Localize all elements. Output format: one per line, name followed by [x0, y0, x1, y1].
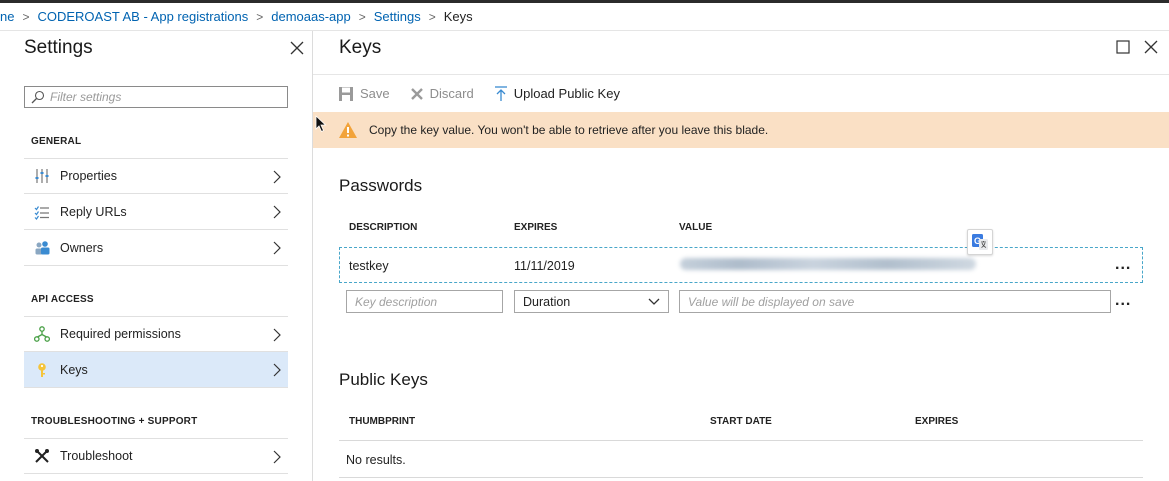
- warning-icon: [339, 122, 357, 138]
- properties-icon: [34, 168, 50, 184]
- breadcrumb-separator: >: [256, 9, 264, 24]
- maximize-icon[interactable]: [1115, 39, 1131, 55]
- discard-label: Discard: [429, 86, 474, 101]
- upload-icon: [494, 85, 507, 101]
- required-permissions-icon: [34, 326, 50, 342]
- key-value-redacted: [680, 258, 976, 270]
- passwords-title: Passwords: [339, 176, 423, 195]
- key-description-input[interactable]: [355, 294, 502, 309]
- column-header-expires: EXPIRES: [514, 222, 558, 233]
- key-value-field[interactable]: [679, 290, 1111, 313]
- key-expires: 11/11/2019: [514, 259, 575, 273]
- section-api-access: API ACCESS: [31, 294, 94, 305]
- sidebar-item-label: Troubleshoot: [60, 449, 133, 463]
- chevron-right-icon: [273, 450, 281, 464]
- chevron-down-icon: [648, 298, 660, 305]
- sidebar-item-troubleshoot[interactable]: Troubleshoot: [24, 438, 288, 474]
- chevron-right-icon: [273, 170, 281, 184]
- save-button[interactable]: Save: [338, 86, 390, 102]
- sidebar-item-required-permissions[interactable]: Required permissions: [24, 316, 288, 352]
- save-label: Save: [360, 86, 390, 101]
- chevron-right-icon: [273, 328, 281, 342]
- column-header-expires: EXPIRES: [915, 416, 959, 427]
- chevron-right-icon: [273, 363, 281, 377]
- column-header-value: VALUE: [679, 222, 713, 233]
- breadcrumb-separator: >: [358, 9, 366, 24]
- upload-public-key-button[interactable]: Upload Public Key: [494, 85, 620, 102]
- discard-icon: [410, 87, 423, 100]
- search-icon: [31, 90, 45, 104]
- owners-icon: [34, 240, 50, 256]
- sidebar-item-reply-urls[interactable]: Reply URLs: [24, 194, 288, 230]
- breadcrumb-home[interactable]: ne: [0, 9, 14, 24]
- close-icon[interactable]: [288, 39, 306, 57]
- table-divider: [339, 477, 1143, 478]
- sidebar-item-label: Owners: [60, 240, 104, 255]
- keys-title: Keys: [339, 37, 382, 58]
- warning-banner: Copy the key value. You won't be able to…: [313, 112, 1169, 148]
- discard-button[interactable]: Discard: [410, 86, 474, 101]
- chevron-right-icon: [273, 241, 281, 255]
- breadcrumb: ne > CODEROAST AB - App registrations > …: [0, 3, 1169, 31]
- duration-select[interactable]: Duration: [514, 290, 669, 313]
- column-header-description: DESCRIPTION: [349, 222, 418, 233]
- breadcrumb-separator: >: [428, 9, 436, 24]
- close-icon[interactable]: [1143, 39, 1159, 55]
- breadcrumb-current: Keys: [443, 9, 473, 24]
- translate-button[interactable]: G: [967, 229, 993, 255]
- upload-label: Upload Public Key: [513, 86, 620, 101]
- save-icon: [339, 86, 353, 101]
- key-description-field[interactable]: [346, 290, 503, 313]
- filter-settings-input[interactable]: [50, 90, 280, 104]
- troubleshoot-icon: [34, 448, 50, 464]
- filter-settings-input-wrapper[interactable]: [24, 86, 288, 108]
- sidebar-item-keys[interactable]: Keys: [24, 352, 288, 388]
- section-general: GENERAL: [31, 136, 82, 147]
- column-header-thumbprint: THUMBPRINT: [349, 416, 416, 427]
- chevron-right-icon: [273, 205, 281, 219]
- table-divider: [339, 440, 1143, 441]
- sidebar-item-label: Required permissions: [60, 327, 181, 341]
- sidebar-item-label: Properties: [60, 169, 117, 183]
- key-icon: [34, 362, 50, 378]
- duration-selected: Duration: [523, 294, 571, 309]
- public-keys-title: Public Keys: [339, 370, 428, 389]
- sidebar-item-owners[interactable]: Owners: [24, 230, 288, 266]
- settings-blade: Settings GENERAL Properties: [0, 31, 313, 481]
- column-header-start-date: START DATE: [710, 416, 772, 427]
- sidebar-item-properties[interactable]: Properties: [24, 158, 288, 194]
- key-description: testkey: [349, 259, 389, 273]
- row-more-button[interactable]: ...: [1115, 256, 1131, 274]
- breadcrumb-separator: >: [22, 9, 30, 24]
- section-troubleshooting: TROUBLESHOOTING + SUPPORT: [31, 416, 198, 427]
- breadcrumb-app-registrations[interactable]: CODEROAST AB - App registrations: [37, 9, 248, 24]
- reply-urls-icon: [34, 204, 50, 220]
- warning-text: Copy the key value. You won't be able to…: [369, 123, 769, 137]
- sidebar-item-label: Reply URLs: [60, 204, 127, 219]
- keys-blade: Keys Save Discard Upload Public Key Copy…: [313, 31, 1169, 481]
- key-value-input: [688, 294, 1110, 309]
- breadcrumb-app[interactable]: demoaas-app: [271, 9, 351, 24]
- settings-title: Settings: [24, 37, 93, 58]
- toolbar: Save Discard Upload Public Key: [313, 74, 1169, 112]
- sidebar-item-label: Keys: [60, 362, 88, 377]
- new-row-more-button[interactable]: ...: [1115, 292, 1131, 310]
- breadcrumb-settings[interactable]: Settings: [374, 9, 421, 24]
- mouse-cursor-icon: [315, 115, 327, 133]
- empty-results: No results.: [346, 453, 406, 467]
- translate-icon: G: [972, 234, 988, 250]
